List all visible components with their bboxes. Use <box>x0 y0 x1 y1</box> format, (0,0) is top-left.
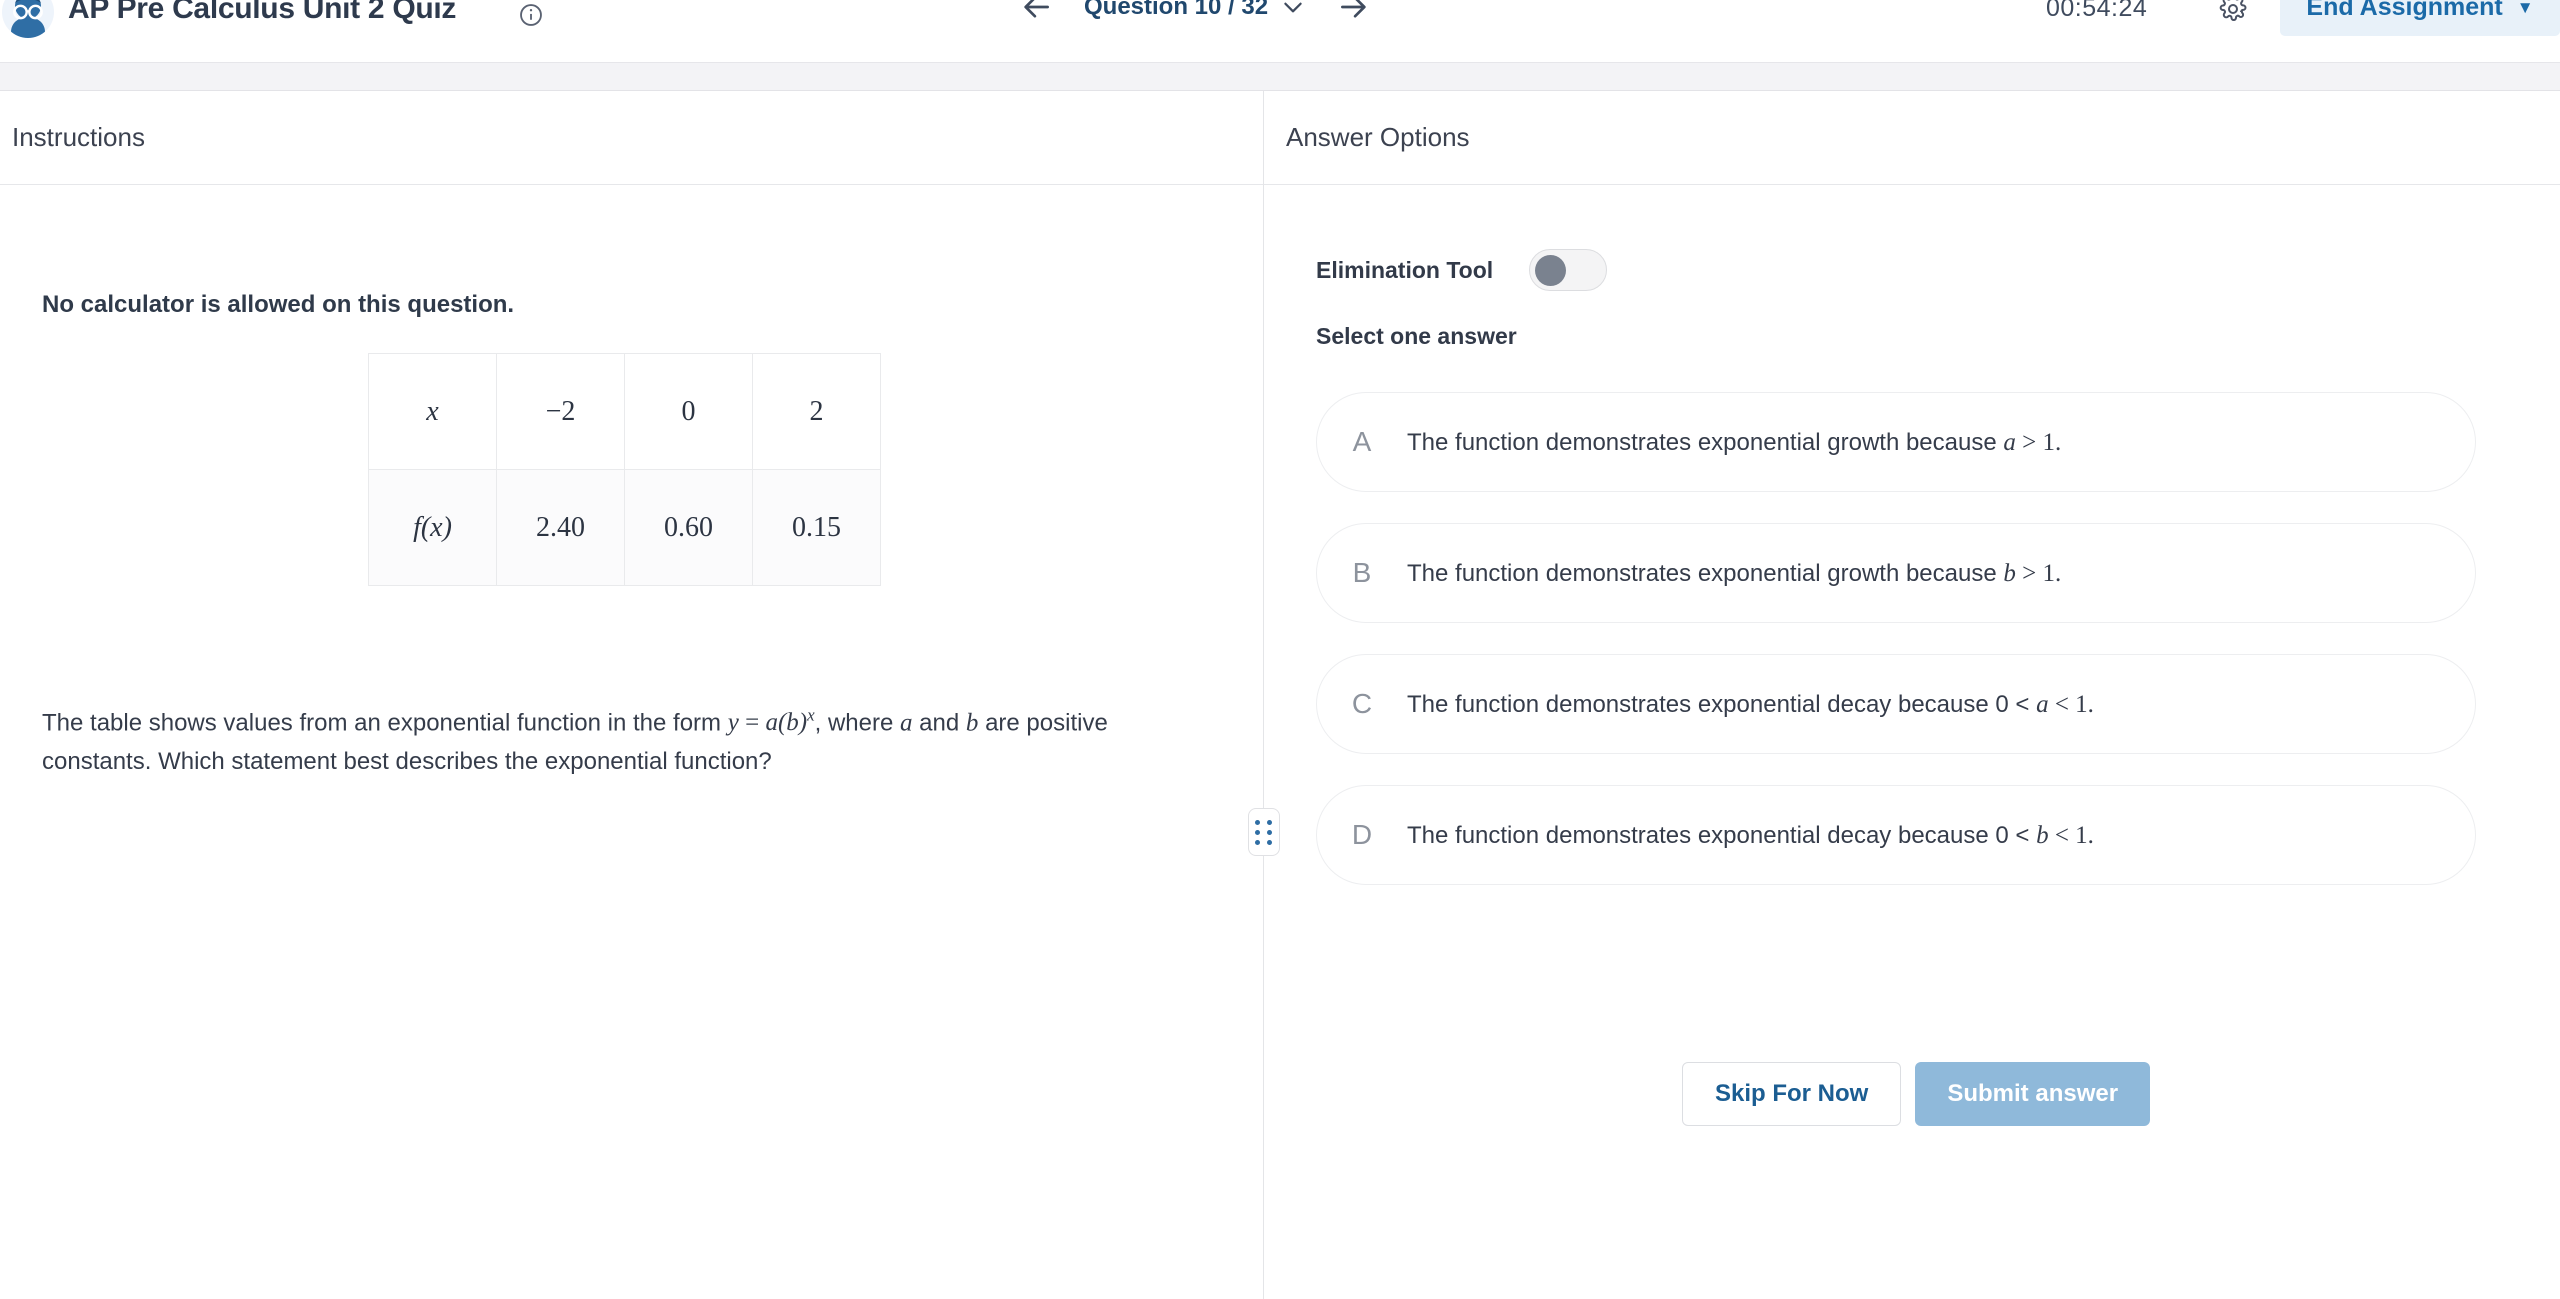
question-var-a: a <box>900 709 913 737</box>
instructions-label: Instructions <box>12 122 145 152</box>
answer-options-label: Answer Options <box>1286 122 1470 152</box>
drag-dots <box>1254 819 1274 845</box>
values-table: x −2 0 2 f(x) 2.40 0.60 0.15 <box>368 353 881 586</box>
page-title: AP Pre Calculus Unit 2 Quiz <box>68 0 457 25</box>
question-selector[interactable]: Question 10 / 32 <box>1084 0 1306 21</box>
drag-handle-dots-icon[interactable] <box>1248 808 1280 856</box>
answer-option-c[interactable]: C The function demonstrates exponential … <box>1316 654 2476 754</box>
chevron-down-icon[interactable] <box>1280 0 1306 20</box>
table-cell-fx-1: 0.60 <box>624 469 753 586</box>
gear-icon[interactable] <box>2218 0 2248 24</box>
question-text-part1: The table shows values from an exponenti… <box>42 709 728 737</box>
question-counter-label: Question 10 / 32 <box>1084 0 1269 20</box>
answer-options-list: A The function demonstrates exponential … <box>1316 392 2476 916</box>
arrow-right-icon[interactable] <box>1336 0 1370 24</box>
option-letter: A <box>1352 426 1372 457</box>
countdown-timer: 00:54:24 <box>2046 0 2148 22</box>
avatar-glasses-logo <box>2 0 54 38</box>
submit-answer-button[interactable]: Submit answer <box>1915 1062 2151 1126</box>
question-text: The table shows values from an exponenti… <box>42 703 1182 780</box>
table-row: f(x) 2.40 0.60 0.15 <box>368 469 881 586</box>
app-header: AP Pre Calculus Unit 2 Quiz Question 10 … <box>0 0 2560 62</box>
option-text: The function demonstrates exponential gr… <box>1407 428 2062 456</box>
answer-option-d[interactable]: D The function demonstrates exponential … <box>1316 785 2476 885</box>
question-navigation: Question 10 / 32 <box>1020 0 1370 24</box>
table-cell-fx-0: 2.40 <box>496 469 625 586</box>
elimination-tool-row: Elimination Tool <box>1316 249 1608 291</box>
end-assignment-button[interactable]: End Assignment ▼ <box>2280 0 2560 36</box>
skip-for-now-button[interactable]: Skip For Now <box>1682 1062 1902 1126</box>
instructions-pane-header: Instructions <box>0 91 1263 185</box>
question-formula: y = a(b)x <box>727 706 815 737</box>
end-assignment-label: End Assignment <box>2306 0 2503 21</box>
header-separator-band <box>0 62 2560 91</box>
option-letter: B <box>1352 557 1372 588</box>
question-var-b: b <box>965 709 979 737</box>
chevron-down-icon: ▼ <box>2516 0 2534 17</box>
answer-option-b[interactable]: B The function demonstrates exponential … <box>1316 523 2476 623</box>
toggle-knob <box>1535 254 1567 286</box>
option-text: The function demonstrates exponential de… <box>1407 821 2094 849</box>
action-buttons: Skip For Now Submit answer <box>1682 1062 2151 1126</box>
quiz-app: AP Pre Calculus Unit 2 Quiz Question 10 … <box>0 0 2560 1299</box>
answer-option-a[interactable]: A The function demonstrates exponential … <box>1316 392 2476 492</box>
instructions-pane: Instructions No calculator is allowed on… <box>0 91 1263 1299</box>
calculator-note: No calculator is allowed on this questio… <box>42 291 515 318</box>
table-cell-x-1: 0 <box>624 353 753 470</box>
question-text-part3: and <box>912 709 966 737</box>
table-cell-x-0: −2 <box>496 353 625 470</box>
elimination-tool-label: Elimination Tool <box>1316 256 1494 283</box>
option-letter: C <box>1351 688 1373 719</box>
option-text: The function demonstrates exponential de… <box>1407 690 2094 718</box>
option-letter: D <box>1351 819 1373 850</box>
table-row: x −2 0 2 <box>368 353 881 470</box>
table-cell-fx-label: f(x) <box>368 469 497 586</box>
table-cell-fx-2: 0.15 <box>752 469 881 586</box>
option-text: The function demonstrates exponential gr… <box>1407 559 2062 587</box>
question-text-part2: , where <box>814 709 901 737</box>
table-cell-x-label: x <box>368 353 497 470</box>
answer-options-pane-header: Answer Options <box>1264 91 2560 185</box>
content-panes: Instructions No calculator is allowed on… <box>0 91 2560 1299</box>
select-one-answer-label: Select one answer <box>1316 323 1517 349</box>
info-icon[interactable] <box>518 2 544 28</box>
elimination-tool-toggle[interactable] <box>1529 249 1608 291</box>
arrow-left-icon[interactable] <box>1020 0 1054 24</box>
table-cell-x-2: 2 <box>752 353 881 470</box>
